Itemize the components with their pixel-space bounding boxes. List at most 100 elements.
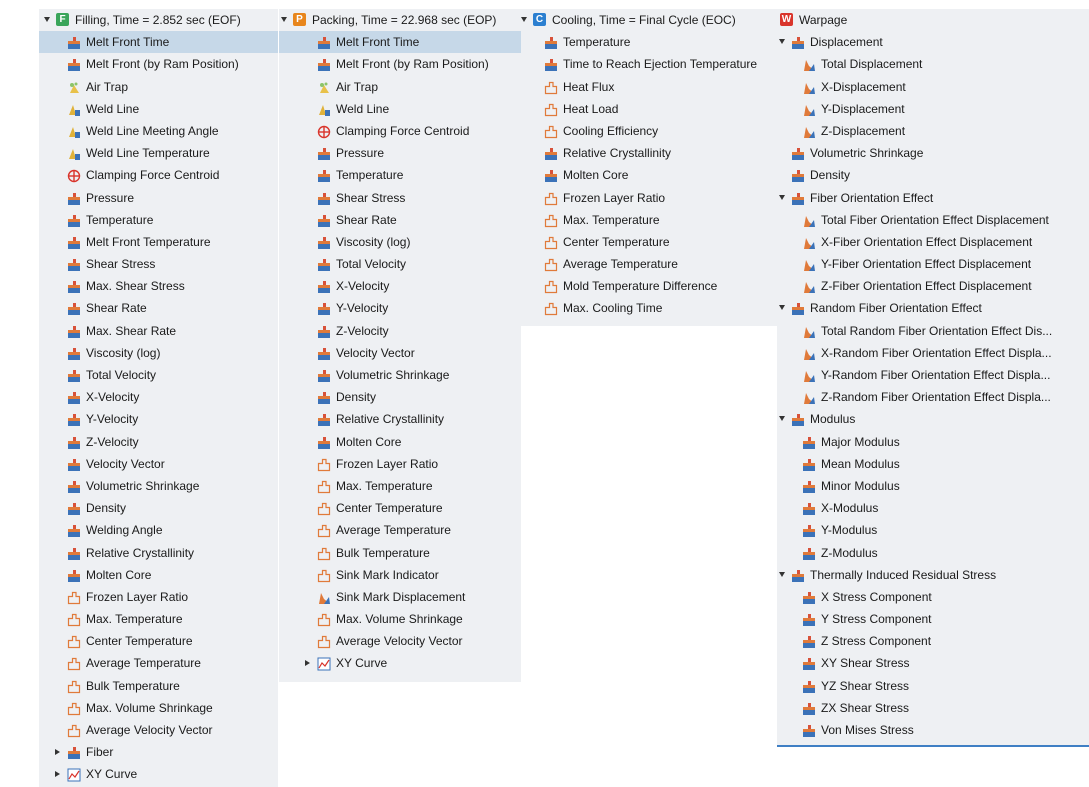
tree-item[interactable]: YZ Shear Stress xyxy=(777,675,1089,697)
tree-item[interactable]: Temperature xyxy=(39,209,278,231)
tree-item[interactable]: X-Modulus xyxy=(777,497,1089,519)
tree-item[interactable]: Weld Line Temperature xyxy=(39,142,278,164)
tree-item[interactable]: Max. Temperature xyxy=(39,608,278,630)
tree-item[interactable]: Weld Line xyxy=(279,98,521,120)
tree-item[interactable]: Z-Modulus xyxy=(777,542,1089,564)
collapse-arrow-icon[interactable] xyxy=(55,749,60,756)
tree-item[interactable]: Velocity Vector xyxy=(39,453,278,475)
tree-item[interactable]: Volumetric Shrinkage xyxy=(39,475,278,497)
expand-arrow-icon[interactable] xyxy=(779,571,785,577)
tree-item[interactable]: Thermally Induced Residual Stress xyxy=(777,564,1089,586)
tree-item[interactable]: Minor Modulus xyxy=(777,475,1089,497)
tree-item[interactable]: Bulk Temperature xyxy=(39,675,278,697)
tree-item[interactable]: Melt Front Time xyxy=(279,31,521,54)
tree-item[interactable]: Air Trap xyxy=(279,76,521,98)
tree-item[interactable]: Clamping Force Centroid xyxy=(39,164,278,186)
tree-item[interactable]: Z-Fiber Orientation Effect Displacement xyxy=(777,275,1089,297)
collapse-arrow-icon[interactable] xyxy=(305,660,310,667)
tree-item[interactable]: Frozen Layer Ratio xyxy=(521,187,777,209)
tree-item[interactable]: Average Temperature xyxy=(279,519,521,541)
tree-item[interactable]: Shear Rate xyxy=(39,297,278,319)
tree-item[interactable]: Clamping Force Centroid xyxy=(279,120,521,142)
tree-item[interactable]: Center Temperature xyxy=(279,497,521,519)
tree-item[interactable]: XY Curve xyxy=(39,763,278,785)
tree-item[interactable]: Average Velocity Vector xyxy=(279,630,521,652)
tree-item[interactable]: Total Random Fiber Orientation Effect Di… xyxy=(777,320,1089,342)
tree-item[interactable]: XY Curve xyxy=(279,652,521,674)
expand-arrow-icon[interactable] xyxy=(44,17,50,22)
tree-item[interactable]: Major Modulus xyxy=(777,431,1089,453)
tree-item[interactable]: Fiber xyxy=(39,741,278,763)
tree-item[interactable]: Max. Temperature xyxy=(521,209,777,231)
expand-arrow-icon[interactable] xyxy=(281,17,287,22)
collapse-arrow-icon[interactable] xyxy=(55,771,60,778)
tree-item[interactable]: Melt Front (by Ram Position) xyxy=(39,53,278,75)
tree-item[interactable]: Modulus xyxy=(777,408,1089,430)
tree-item[interactable]: Viscosity (log) xyxy=(39,342,278,364)
expand-arrow-icon[interactable] xyxy=(779,194,785,200)
tree-item[interactable]: Relative Crystallinity xyxy=(521,142,777,164)
tree-item[interactable]: Shear Stress xyxy=(279,187,521,209)
tree-item[interactable]: Displacement xyxy=(777,31,1089,53)
tree-item[interactable]: Relative Crystallinity xyxy=(39,542,278,564)
tree-item[interactable]: X-Velocity xyxy=(279,275,521,297)
tree-item[interactable]: Molten Core xyxy=(39,564,278,586)
tree-item[interactable]: Velocity Vector xyxy=(279,342,521,364)
tree-item[interactable]: Temperature xyxy=(279,164,521,186)
tree-item[interactable]: Max. Volume Shrinkage xyxy=(279,608,521,630)
tree-item[interactable]: Y-Velocity xyxy=(279,297,521,319)
tree-item[interactable]: Y Stress Component xyxy=(777,608,1089,630)
tree-item[interactable]: X Stress Component xyxy=(777,586,1089,608)
tree-item[interactable]: X-Velocity xyxy=(39,386,278,408)
tree-item[interactable]: Viscosity (log) xyxy=(279,231,521,253)
tree-item[interactable]: Z-Velocity xyxy=(39,431,278,453)
tree-item[interactable]: Max. Shear Stress xyxy=(39,275,278,297)
tree-item[interactable]: Heat Flux xyxy=(521,76,777,98)
tree-item[interactable]: Weld Line Meeting Angle xyxy=(39,120,278,142)
tree-item[interactable]: X-Displacement xyxy=(777,76,1089,98)
tree-item[interactable]: Volumetric Shrinkage xyxy=(777,142,1089,164)
expand-arrow-icon[interactable] xyxy=(779,39,785,45)
tree-item[interactable]: Max. Volume Shrinkage xyxy=(39,697,278,719)
tree-item[interactable]: Fiber Orientation Effect xyxy=(777,187,1089,209)
tree-item[interactable]: Total Fiber Orientation Effect Displacem… xyxy=(777,209,1089,231)
expand-arrow-icon[interactable] xyxy=(779,305,785,311)
tree-item[interactable]: Center Temperature xyxy=(521,231,777,253)
tree-item[interactable]: Z Stress Component xyxy=(777,630,1089,652)
tree-item[interactable]: Pressure xyxy=(39,187,278,209)
tree-item[interactable]: Temperature xyxy=(521,31,777,53)
tree-item[interactable]: Melt Front (by Ram Position) xyxy=(279,53,521,75)
tree-item[interactable]: Total Displacement xyxy=(777,53,1089,75)
tree-item[interactable]: Bulk Temperature xyxy=(279,542,521,564)
tree-item[interactable]: Sink Mark Indicator xyxy=(279,564,521,586)
tree-item[interactable]: Von Mises Stress xyxy=(777,719,1089,741)
tree-item[interactable]: Max. Temperature xyxy=(279,475,521,497)
tree-item[interactable]: Pressure xyxy=(279,142,521,164)
cooling-tree-header[interactable]: C Cooling, Time = Final Cycle (EOC) xyxy=(521,9,777,31)
expand-arrow-icon[interactable] xyxy=(779,416,785,422)
tree-item[interactable]: Heat Load xyxy=(521,98,777,120)
tree-item[interactable]: Center Temperature xyxy=(39,630,278,652)
tree-item[interactable]: Frozen Layer Ratio xyxy=(39,586,278,608)
tree-item[interactable]: Random Fiber Orientation Effect xyxy=(777,297,1089,319)
tree-item[interactable]: Shear Rate xyxy=(279,209,521,231)
tree-item[interactable]: Total Velocity xyxy=(39,364,278,386)
tree-item[interactable]: Air Trap xyxy=(39,76,278,98)
tree-item[interactable]: Z-Random Fiber Orientation Effect Displa… xyxy=(777,386,1089,408)
tree-item[interactable]: Welding Angle xyxy=(39,519,278,541)
tree-item[interactable]: Mold Temperature Difference xyxy=(521,275,777,297)
tree-item[interactable]: Time to Reach Ejection Temperature xyxy=(521,53,777,75)
tree-item[interactable]: Melt Front Temperature xyxy=(39,231,278,253)
tree-item[interactable]: Cooling Efficiency xyxy=(521,120,777,142)
tree-item[interactable]: Max. Cooling Time xyxy=(521,297,777,319)
tree-item[interactable]: Y-Fiber Orientation Effect Displacement xyxy=(777,253,1089,275)
tree-item[interactable]: Total Velocity xyxy=(279,253,521,275)
tree-item[interactable]: ZX Shear Stress xyxy=(777,697,1089,719)
tree-item[interactable]: Y-Displacement xyxy=(777,98,1089,120)
tree-item[interactable]: Molten Core xyxy=(521,164,777,186)
tree-item[interactable]: Frozen Layer Ratio xyxy=(279,453,521,475)
tree-item[interactable]: Average Velocity Vector xyxy=(39,719,278,741)
tree-item[interactable]: Volumetric Shrinkage xyxy=(279,364,521,386)
tree-item[interactable]: Mean Modulus xyxy=(777,453,1089,475)
tree-item[interactable]: X-Fiber Orientation Effect Displacement xyxy=(777,231,1089,253)
